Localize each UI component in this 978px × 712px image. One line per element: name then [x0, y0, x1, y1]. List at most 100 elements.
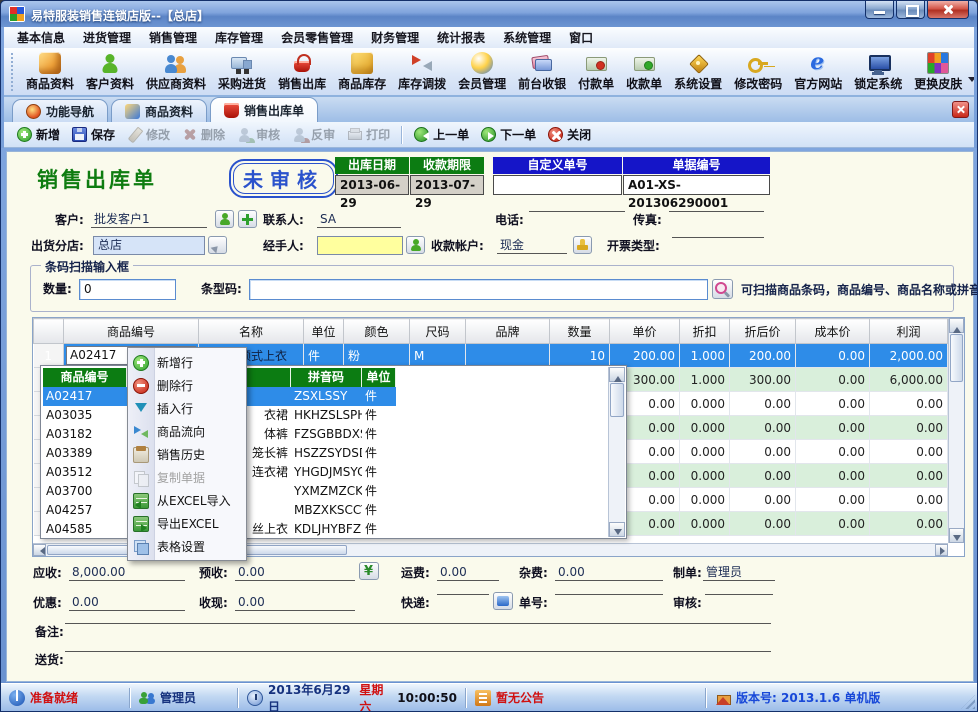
final-price-cell[interactable]: 0.00	[730, 392, 796, 416]
col-name[interactable]: 名称	[199, 319, 304, 344]
next-bill-button[interactable]: 下一单	[475, 123, 542, 146]
size-cell[interactable]: M	[410, 344, 466, 368]
edit-button[interactable]: 修改	[121, 123, 176, 146]
final-price-cell[interactable]: 0.00	[730, 488, 796, 512]
cost-cell[interactable]: 0.00	[796, 368, 870, 392]
cost-cell[interactable]: 0.00	[796, 344, 870, 368]
profit-cell[interactable]: 2,000.00	[870, 344, 948, 368]
discount-cell[interactable]: 0.000	[680, 512, 730, 536]
chevron-down-icon[interactable]	[968, 77, 974, 86]
menu-item-insert-row[interactable]: 插入行	[128, 397, 246, 420]
col-cost[interactable]: 成本价	[796, 319, 870, 344]
lookup-col-pinyin[interactable]: 拼音码	[291, 368, 362, 387]
scan-qty-input[interactable]: 0	[79, 279, 176, 300]
final-price-cell[interactable]: 0.00	[730, 416, 796, 440]
grid-vscrollbar[interactable]	[948, 318, 964, 543]
close-bill-button[interactable]: 关闭	[542, 123, 597, 146]
cost-cell[interactable]: 0.00	[796, 488, 870, 512]
express-pick-button[interactable]	[493, 592, 513, 610]
minimize-button[interactable]	[865, 1, 894, 19]
profit-cell[interactable]: 6,000.00	[870, 368, 948, 392]
previous-bill-button[interactable]: 上一单	[408, 123, 475, 146]
payment-due-value[interactable]: 2013-07-29	[410, 175, 484, 195]
scroll-down-button[interactable]	[949, 528, 964, 543]
scroll-left-button[interactable]	[33, 544, 46, 556]
toolbar-item-official-website[interactable]: 官方网站	[788, 49, 848, 95]
toolbar-item-change-password[interactable]: 修改密码	[728, 49, 788, 95]
tab-close-button[interactable]	[952, 101, 969, 118]
profit-cell[interactable]: 0.00	[870, 464, 948, 488]
col-unit[interactable]: 单位	[304, 319, 344, 344]
toolbar-item-pos-cashier[interactable]: 前台收银	[512, 49, 572, 95]
add-customer-button[interactable]	[238, 210, 257, 228]
cost-cell[interactable]: 0.00	[796, 512, 870, 536]
lookup-vscrollbar[interactable]	[608, 367, 625, 537]
color-cell[interactable]: 粉	[344, 344, 410, 368]
misc-value[interactable]: 0.00	[555, 564, 663, 581]
scroll-up-button[interactable]	[609, 367, 625, 382]
vscroll-thumb[interactable]	[950, 334, 963, 382]
menu-item-purchase-mgmt[interactable]: 进货管理	[74, 27, 140, 48]
menu-item-table-settings[interactable]: 表格设置	[128, 535, 246, 558]
col-qty[interactable]: 数量	[550, 319, 610, 344]
col-profit[interactable]: 利润	[870, 319, 948, 344]
toolbar-item-goods-stock[interactable]: 商品库存	[332, 49, 392, 95]
lookup-col-code[interactable]: 商品编号	[43, 368, 127, 387]
menu-item-excel-import[interactable]: 从EXCEL导入	[128, 489, 246, 512]
discount-cell[interactable]: 0.000	[680, 416, 730, 440]
bill-no-value[interactable]: A01-XS-201306290001	[623, 175, 770, 195]
handler-field[interactable]	[317, 236, 403, 255]
discount-cell[interactable]: 1.000	[680, 368, 730, 392]
express-value[interactable]	[437, 594, 489, 595]
menu-item-sales-history[interactable]: 销售历史	[128, 443, 246, 466]
resize-grip[interactable]	[961, 695, 975, 709]
col-brand[interactable]: 品牌	[466, 319, 550, 344]
discount-value[interactable]: 0.00	[69, 594, 185, 611]
cost-cell[interactable]: 0.00	[796, 464, 870, 488]
cost-cell[interactable]: 0.00	[796, 440, 870, 464]
phone-field[interactable]	[529, 211, 625, 212]
cost-cell[interactable]: 0.00	[796, 416, 870, 440]
pick-account-button[interactable]	[573, 236, 592, 254]
delivery-value[interactable]	[65, 651, 771, 652]
customer-field[interactable]: 批发客户1	[91, 211, 207, 228]
scroll-up-button[interactable]	[949, 318, 964, 333]
menu-item-sales-mgmt[interactable]: 销售管理	[140, 27, 206, 48]
final-price-cell[interactable]: 0.00	[730, 512, 796, 536]
cash-value[interactable]: 0.00	[235, 594, 355, 611]
print-button[interactable]: 打印	[341, 123, 396, 146]
toolbar-item-customer-info[interactable]: 客户资料	[80, 49, 140, 95]
vscroll-thumb[interactable]	[610, 383, 624, 417]
discount-cell[interactable]: 0.000	[680, 488, 730, 512]
menu-item-excel-export[interactable]: 导出EXCEL	[128, 512, 246, 535]
brand-cell[interactable]	[466, 344, 550, 368]
toolbar-item-change-skin[interactable]: 更换皮肤	[908, 49, 968, 95]
new-button[interactable]: 新增	[11, 123, 66, 146]
discount-cell[interactable]: 0.000	[680, 392, 730, 416]
prepaid-value[interactable]: 0.00	[235, 564, 355, 581]
barcode-input[interactable]	[249, 279, 708, 300]
discount-cell[interactable]: 1.000	[680, 344, 730, 368]
scroll-down-button[interactable]	[609, 522, 625, 537]
profit-cell[interactable]: 0.00	[870, 488, 948, 512]
col-code[interactable]: 商品编号	[64, 319, 199, 344]
fax-field[interactable]	[669, 211, 764, 212]
pick-handler-button[interactable]	[406, 236, 425, 254]
toolbar-item-receipt-bill[interactable]: 收款单	[620, 49, 668, 95]
unit-cell[interactable]: 件	[304, 344, 344, 368]
branch-picker-button[interactable]	[208, 236, 227, 254]
receivable-value[interactable]: 8,000.00	[69, 564, 185, 581]
scan-search-button[interactable]	[712, 279, 733, 299]
lookup-col-unit[interactable]: 单位	[362, 368, 396, 387]
toolbar-item-supplier-info[interactable]: 供应商资料	[140, 49, 212, 95]
final-price-cell[interactable]: 0.00	[730, 440, 796, 464]
tracking-value[interactable]	[555, 594, 663, 595]
menu-item-member-retail-mgmt[interactable]: 会员零售管理	[272, 27, 362, 48]
menu-item-copy-doc[interactable]: 复制单据	[128, 466, 246, 489]
maximize-button[interactable]	[896, 1, 925, 19]
discount-cell[interactable]: 0.000	[680, 464, 730, 488]
toolbar-item-lock-system[interactable]: 锁定系统	[848, 49, 908, 95]
stockout-date-value[interactable]: 2013-06-29	[335, 175, 409, 195]
menu-item-add-row[interactable]: 新增行	[128, 351, 246, 374]
title-bar[interactable]: 易特服装销售连锁店版--【总店】	[1, 1, 977, 27]
